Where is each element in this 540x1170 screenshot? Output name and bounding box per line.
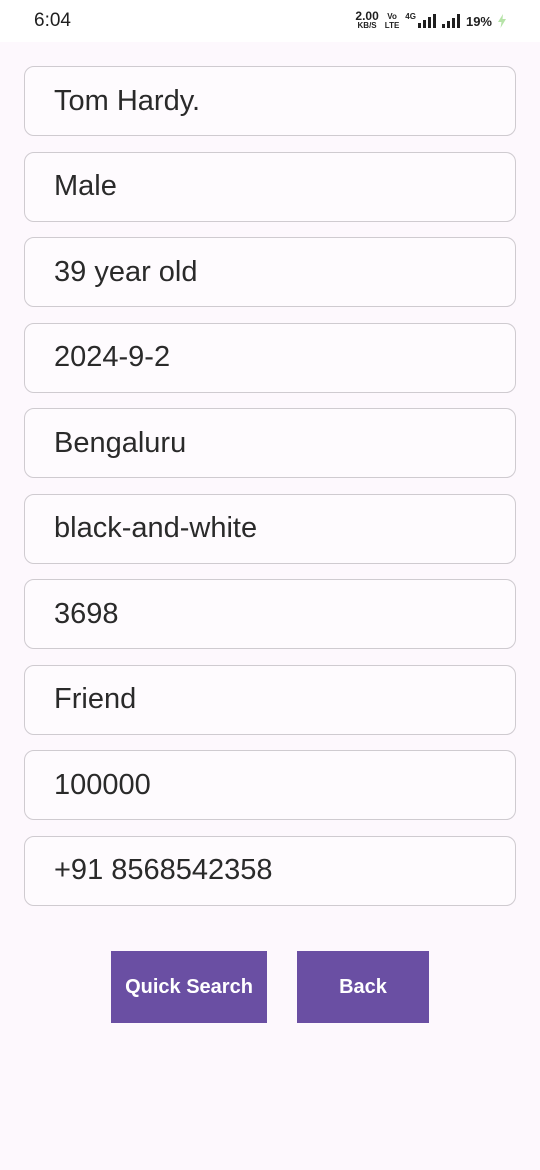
network-speed-unit: KB/S <box>357 21 377 30</box>
name-field[interactable]: Tom Hardy. <box>24 66 516 136</box>
status-icons: 2.00 KB/S Vo LTE 4G 19% <box>355 10 506 32</box>
phone-field[interactable]: +91 8568542358 <box>24 835 516 906</box>
network-speed-value: 2.00 <box>355 9 379 23</box>
amount-field[interactable]: 100000 <box>24 750 516 820</box>
details-form: Tom Hardy. Male 39 year old 2024-9-2 Ben… <box>24 66 516 921</box>
volte-top-label: Vo <box>387 12 397 21</box>
code-field[interactable]: 3698 <box>24 579 516 649</box>
city-field[interactable]: Bengaluru <box>24 408 516 478</box>
charging-icon <box>498 14 506 28</box>
volte-bottom-label: LTE <box>384 21 400 30</box>
status-bar: 6:04 2.00 KB/S Vo LTE 4G 19% <box>0 0 540 42</box>
signal-icon-sim2 <box>441 14 460 28</box>
gender-field[interactable]: Male <box>24 151 516 222</box>
age-field[interactable]: 39 year old <box>24 237 516 307</box>
quick-search-button[interactable]: Quick Search <box>111 951 267 1023</box>
status-time: 6:04 <box>34 10 71 31</box>
signal-icon-sim1 <box>417 14 436 28</box>
date-field[interactable]: 2024-9-2 <box>24 322 516 393</box>
network-type-label: 4G <box>405 11 416 21</box>
volte-icon: Vo LTE <box>385 12 400 30</box>
network-speed: 2.00 KB/S <box>355 9 379 30</box>
battery-level: 19% <box>465 13 492 29</box>
relation-field[interactable]: Friend <box>24 664 516 735</box>
color-field[interactable]: black-and-white <box>24 493 516 564</box>
back-button[interactable]: Back <box>297 951 429 1023</box>
